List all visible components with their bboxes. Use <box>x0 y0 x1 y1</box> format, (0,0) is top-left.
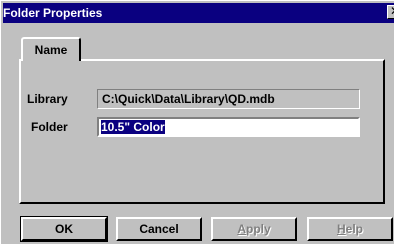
folder-input-value: 10.5" Color <box>101 120 165 134</box>
apply-button[interactable]: Apply <box>211 217 297 241</box>
folder-input[interactable]: 10.5" Color <box>97 117 360 137</box>
folder-properties-dialog: Folder Properties ✕ Name Library C:\Quic… <box>0 0 394 244</box>
cancel-button[interactable]: Cancel <box>116 217 202 241</box>
tab-name-label: Name <box>34 43 68 57</box>
close-glyph: ✕ <box>390 4 394 18</box>
library-field: C:\Quick\Data\Library\QD.mdb <box>97 89 360 109</box>
help-button[interactable]: Help <box>307 217 393 241</box>
ok-button[interactable]: OK <box>20 216 108 242</box>
dialog-title: Folder Properties <box>3 6 103 20</box>
library-label: Library <box>27 92 68 106</box>
close-icon[interactable]: ✕ <box>387 5 394 19</box>
folder-label: Folder <box>31 120 68 134</box>
tab-name[interactable]: Name <box>21 37 81 61</box>
title-bar[interactable]: Folder Properties ✕ <box>3 3 394 23</box>
